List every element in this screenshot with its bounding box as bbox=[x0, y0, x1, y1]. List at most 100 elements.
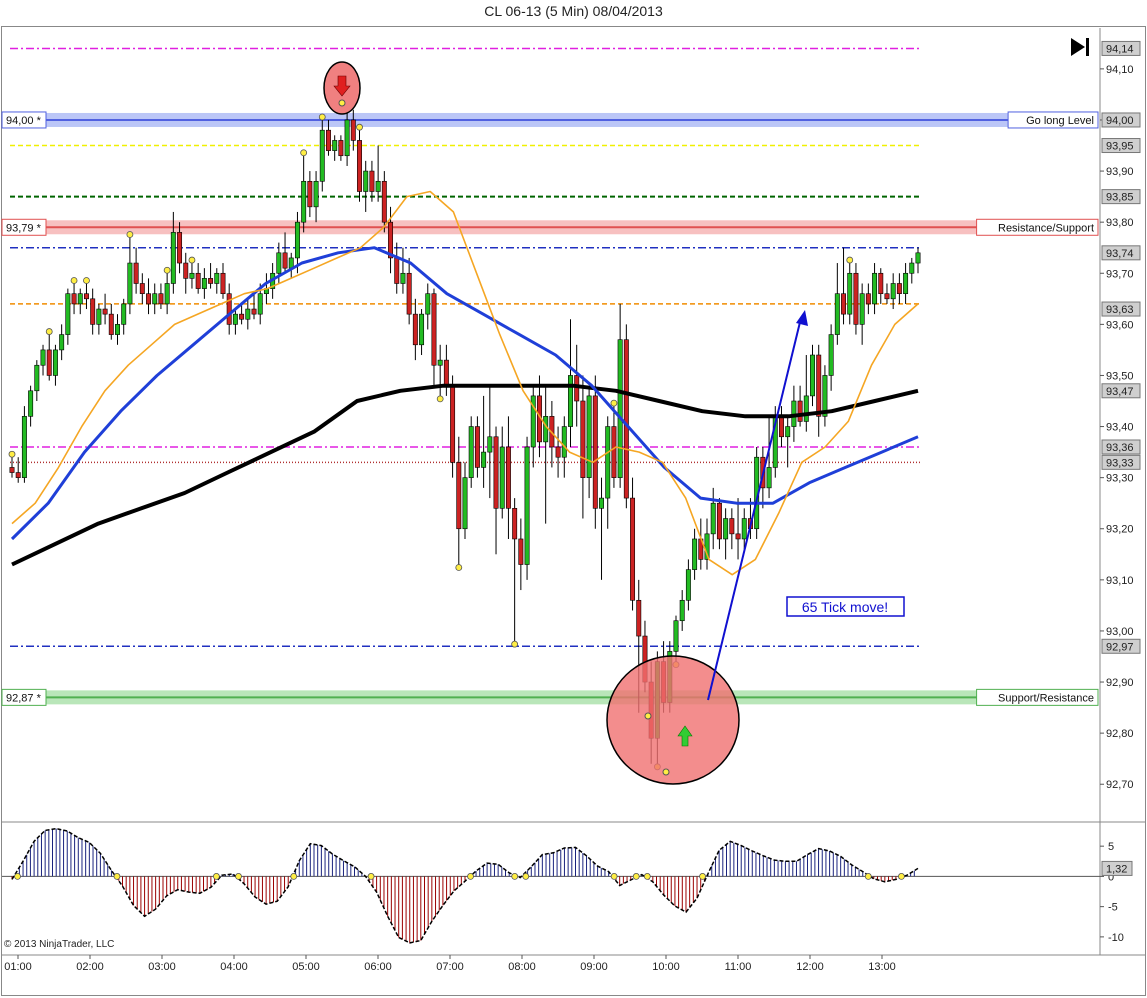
candle-body bbox=[164, 283, 170, 305]
candle-body bbox=[679, 599, 685, 622]
osc-cross-dot bbox=[113, 873, 121, 880]
candle-body bbox=[828, 334, 834, 376]
candle-body bbox=[896, 283, 902, 295]
candle-body bbox=[15, 472, 21, 478]
x-tick-label: 08:00 bbox=[508, 961, 536, 973]
candle-body bbox=[890, 283, 896, 300]
candle-body bbox=[785, 426, 791, 438]
candle-body bbox=[28, 390, 34, 417]
candle-body bbox=[326, 129, 331, 151]
swing-low-dot bbox=[436, 395, 444, 403]
candle-body bbox=[543, 416, 549, 443]
candle-body bbox=[909, 262, 915, 274]
candle-body bbox=[319, 129, 325, 182]
signal-dot bbox=[338, 99, 346, 107]
candle-body bbox=[915, 252, 921, 264]
y-tick-label: 92,90 bbox=[1106, 677, 1134, 689]
swing-high-dot bbox=[83, 277, 90, 284]
y-tick-label: 92,70 bbox=[1106, 779, 1134, 791]
chart-canvas[interactable]: 94,00 * Go long Level 93,79 * Resistance/Su… bbox=[0, 0, 1147, 998]
price-tag-label: 93,95 bbox=[1106, 141, 1134, 153]
osc-tick-label: -5 bbox=[1108, 902, 1118, 914]
y-tick-label: 93,00 bbox=[1106, 626, 1134, 638]
candle-body bbox=[803, 395, 809, 422]
candle-body bbox=[443, 359, 449, 386]
candle-body bbox=[294, 221, 300, 259]
buy-signal-circle bbox=[606, 655, 740, 785]
candle-body bbox=[692, 538, 698, 570]
candle-body bbox=[716, 502, 722, 540]
swing-high-dot bbox=[300, 149, 308, 157]
swing-high-dot bbox=[45, 328, 53, 335]
candle-body bbox=[127, 262, 133, 305]
candle-body bbox=[183, 262, 189, 279]
price-tag-label: 92,97 bbox=[1106, 641, 1134, 653]
zone-right-label: Go long Level bbox=[1026, 115, 1094, 127]
candle-body bbox=[623, 339, 629, 499]
osc-cross-dot bbox=[610, 873, 618, 880]
osc-cross-dot bbox=[898, 873, 905, 880]
candle-body bbox=[741, 518, 747, 540]
x-tick-label: 09:00 bbox=[580, 961, 608, 973]
osc-cross-dot bbox=[290, 873, 298, 880]
candle-body bbox=[561, 426, 567, 458]
swing-high-dot bbox=[610, 399, 618, 407]
swing-high-dot bbox=[188, 256, 196, 264]
candle-body bbox=[232, 313, 238, 325]
candle-body bbox=[344, 119, 350, 157]
candle-body bbox=[518, 538, 524, 565]
swing-high-dot bbox=[126, 231, 134, 238]
y-tick-label: 93,90 bbox=[1106, 166, 1134, 178]
x-tick-label: 01:00 bbox=[4, 961, 32, 973]
x-tick-label: 12:00 bbox=[796, 961, 824, 973]
candle-body bbox=[282, 252, 288, 269]
candle-body bbox=[592, 395, 598, 509]
candle-body bbox=[83, 293, 89, 300]
candle-body bbox=[437, 359, 443, 366]
candle-body bbox=[195, 272, 201, 289]
candle-body bbox=[903, 272, 909, 295]
zone-right-label: Support/Resistance bbox=[998, 692, 1094, 704]
price-tag-label: 93,36 bbox=[1106, 442, 1134, 454]
candle-body bbox=[797, 400, 803, 422]
candle-body bbox=[865, 293, 871, 305]
candle-body bbox=[239, 313, 245, 320]
candle-body bbox=[617, 339, 623, 478]
x-tick-label: 04:00 bbox=[220, 961, 248, 973]
candle-body bbox=[96, 308, 102, 325]
candle-body bbox=[474, 426, 480, 468]
zone-right-label: Resistance/Support bbox=[998, 222, 1094, 234]
x-tick-label: 02:00 bbox=[76, 961, 104, 973]
candle-body bbox=[580, 400, 586, 478]
candle-body bbox=[65, 293, 71, 335]
y-tick-label: 94,10 bbox=[1106, 64, 1134, 76]
candle-body bbox=[425, 293, 431, 315]
x-tick-label: 07:00 bbox=[436, 961, 464, 973]
candle-body bbox=[40, 349, 46, 366]
price-tag-label: 93,85 bbox=[1106, 192, 1134, 204]
candle-body bbox=[375, 180, 381, 192]
candle-body bbox=[34, 364, 40, 392]
play-end-bar bbox=[1086, 38, 1089, 56]
candle-body bbox=[251, 308, 257, 315]
candle-body bbox=[487, 436, 493, 453]
swing-low-dot bbox=[455, 564, 463, 571]
candle-body bbox=[46, 349, 52, 376]
candle-body bbox=[400, 272, 406, 284]
candle-body bbox=[611, 426, 617, 478]
candle-body bbox=[394, 257, 400, 284]
swing-low-dot bbox=[511, 640, 519, 648]
candle-body bbox=[872, 272, 878, 305]
osc-cross-dot bbox=[699, 873, 706, 880]
swing-high-dot bbox=[846, 256, 854, 264]
candle-body bbox=[77, 293, 83, 305]
candle-body bbox=[481, 451, 487, 468]
osc-cross-dot bbox=[235, 873, 242, 880]
candle-body bbox=[431, 293, 437, 366]
candle-body bbox=[52, 349, 58, 376]
x-tick-label: 03:00 bbox=[148, 961, 176, 973]
candle-body bbox=[139, 283, 145, 295]
swing-high-dot bbox=[356, 123, 363, 131]
candle-body bbox=[133, 262, 139, 284]
x-tick-label: 10:00 bbox=[652, 961, 680, 973]
